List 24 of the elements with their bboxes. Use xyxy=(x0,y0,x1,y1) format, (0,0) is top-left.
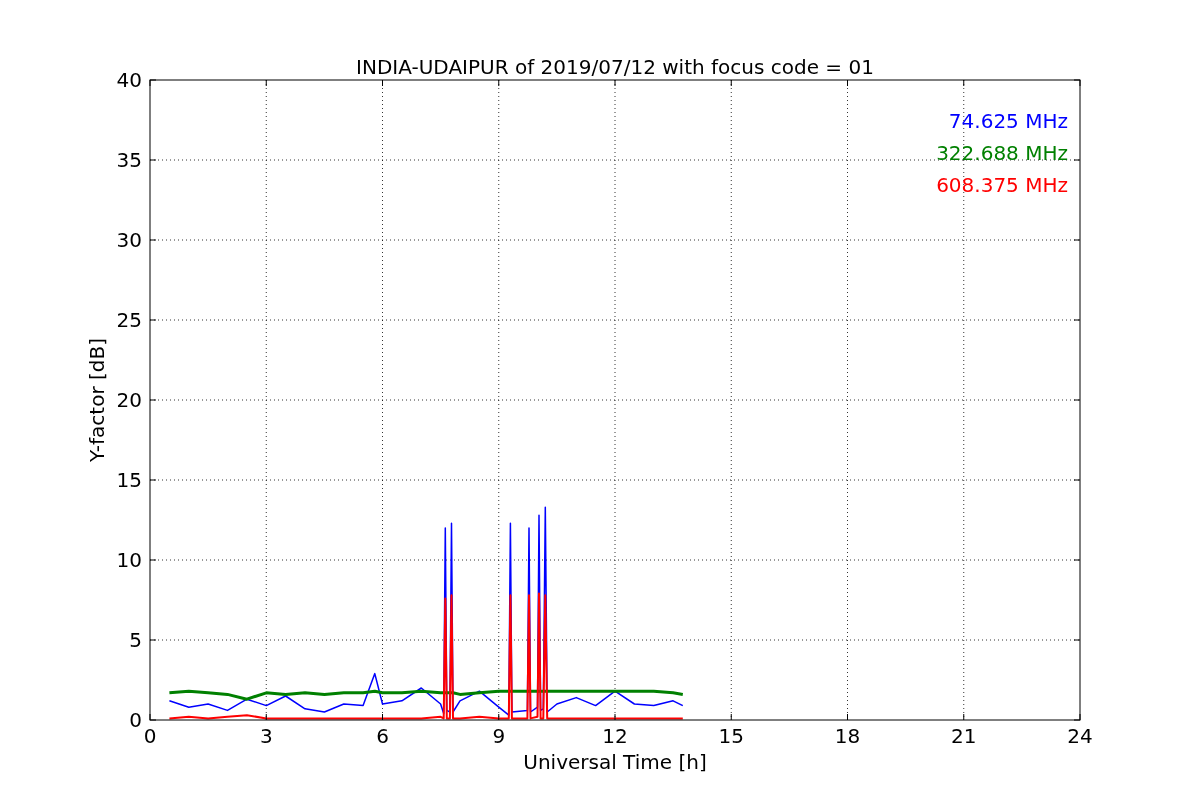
x-axis-label: Universal Time [h] xyxy=(523,750,707,774)
legend-label: 608.375 MHz xyxy=(936,173,1068,197)
tick-label: 18 xyxy=(834,724,861,748)
tick-label: 10 xyxy=(116,548,142,572)
chart-title: INDIA-UDAIPUR of 2019/07/12 with focus code = 01 xyxy=(356,55,874,79)
legend-label: 74.625 MHz xyxy=(948,109,1068,133)
tick-label: 25 xyxy=(116,308,142,332)
tick-label: 35 xyxy=(116,148,142,172)
tick-label: 21 xyxy=(951,724,977,748)
tick-label: 3 xyxy=(259,724,273,748)
tick-label: 12 xyxy=(602,724,628,748)
tick-label: 5 xyxy=(129,628,142,652)
y-axis-label: Y-factor [dB] xyxy=(85,338,109,462)
tick-label: 30 xyxy=(116,228,142,252)
legend-label: 322.688 MHz xyxy=(936,141,1068,165)
tick-label: 40 xyxy=(116,68,142,92)
tick-label: 0 xyxy=(129,708,142,732)
tick-label: 6 xyxy=(376,724,389,748)
tick-label: 9 xyxy=(492,724,506,748)
tick-label: 24 xyxy=(1067,724,1093,748)
tick-label: 20 xyxy=(116,388,142,412)
tick-label: 0 xyxy=(143,724,157,748)
tick-label: 15 xyxy=(718,724,744,748)
tick-label: 15 xyxy=(116,468,142,492)
